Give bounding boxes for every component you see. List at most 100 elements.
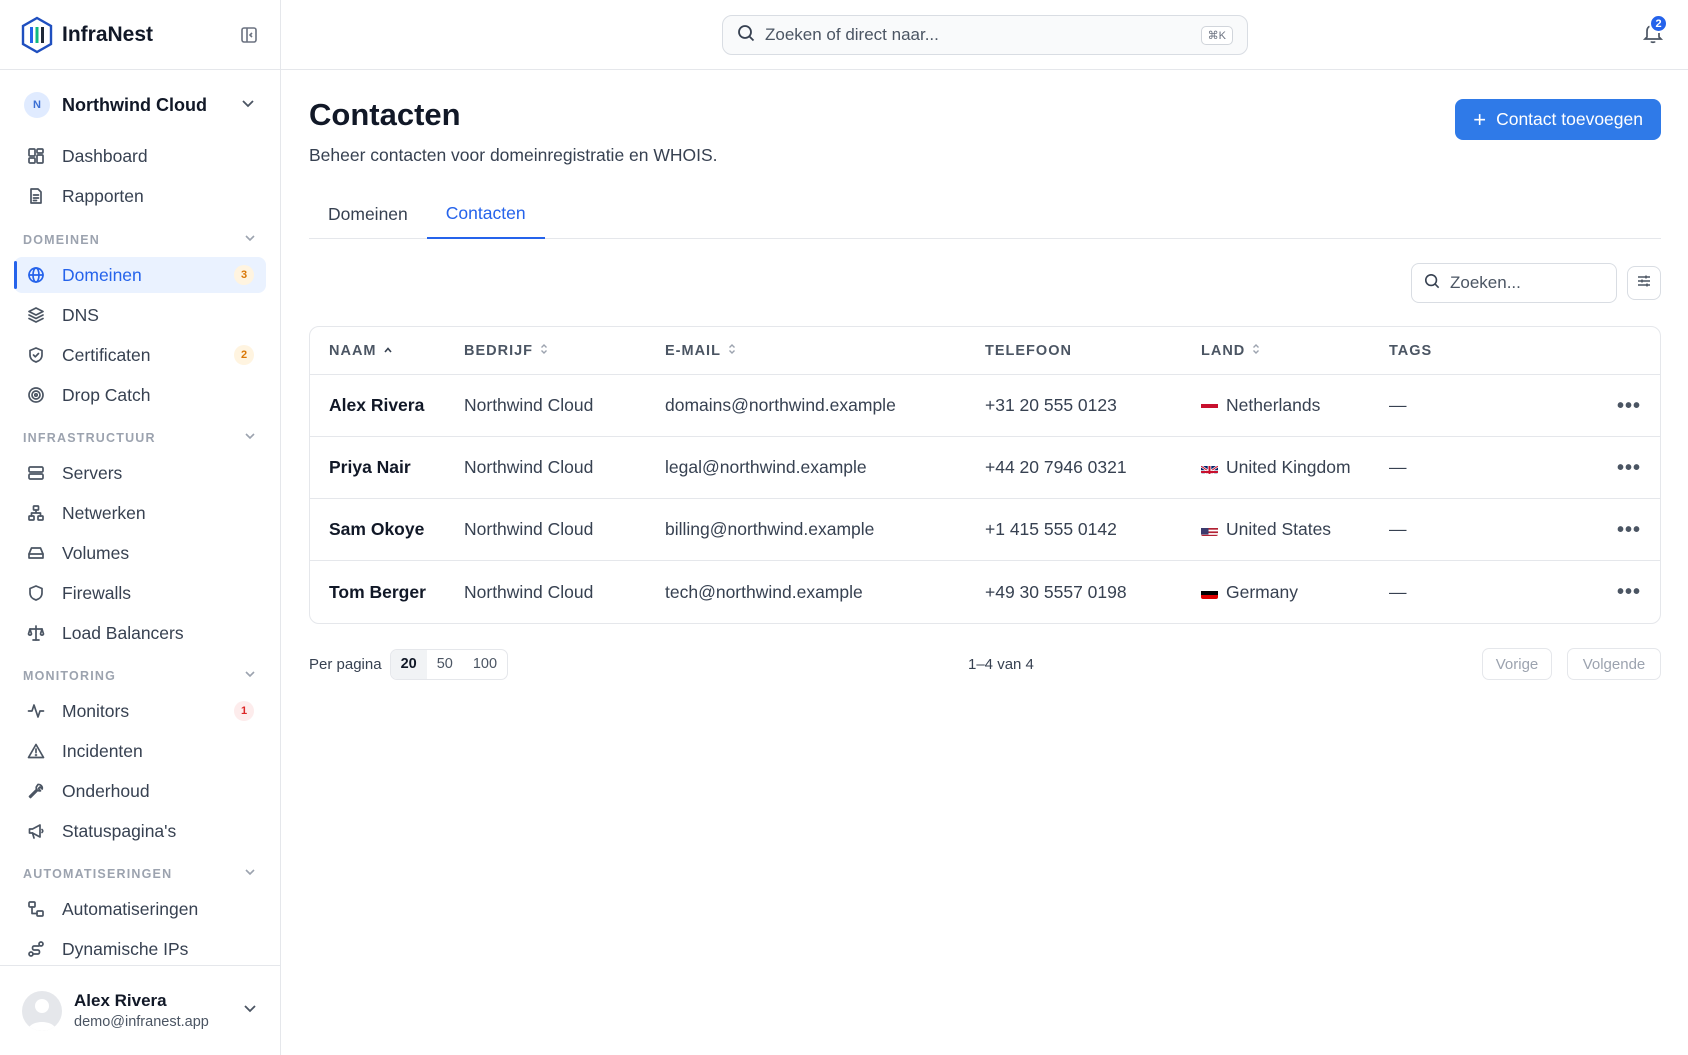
sidebar-item-label: Incidenten <box>62 740 143 761</box>
sidebar-item-volumes[interactable]: Volumes <box>14 535 266 571</box>
flag-de-icon <box>1201 587 1218 599</box>
sidebar-item-load-balancers[interactable]: Load Balancers <box>14 615 266 651</box>
column-header-land[interactable]: LAND <box>1201 343 1389 359</box>
table-body: Alex Rivera Northwind Cloud domains@northw… <box>310 375 1660 623</box>
flag-us-icon <box>1201 524 1218 536</box>
per-page-option-20[interactable]: 20 <box>390 649 427 679</box>
user-menu[interactable]: Alex Rivera demo@infranest.app <box>0 965 280 1055</box>
sidebar-item-label: Onderhoud <box>62 780 150 801</box>
table-search-input[interactable]: Zoeken... <box>1411 263 1617 303</box>
table-row[interactable]: Alex Rivera Northwind Cloud domains@northw… <box>310 375 1660 437</box>
sliders-icon <box>1636 273 1652 294</box>
sidebar-section-domeinen[interactable]: DOMEINEN <box>23 231 257 248</box>
sidebar-item-label: Domeinen <box>62 264 142 285</box>
contact-email: legal@northwind.example <box>665 457 867 477</box>
sidebar-item-firewalls[interactable]: Firewalls <box>14 575 266 611</box>
chevron-down-icon <box>243 429 257 446</box>
top-bar: Zoeken of direct naar... ⌘K 2 <box>281 0 1688 70</box>
add-contact-button[interactable]: + Contact toevoegen <box>1455 99 1661 140</box>
sort-icon <box>727 343 737 359</box>
more-options-icon[interactable]: ••• <box>1617 520 1641 540</box>
sidebar-item-servers[interactable]: Servers <box>14 455 266 491</box>
sidebar-section-monitoring[interactable]: MONITORING <box>23 667 257 684</box>
column-settings-button[interactable] <box>1627 266 1661 300</box>
count-badge: 2 <box>234 345 254 365</box>
column-header-bedrijf[interactable]: BEDRIJF <box>464 343 665 359</box>
pagination-range: 1–4 van 4 <box>968 655 1034 673</box>
chevron-down-icon <box>243 667 257 684</box>
chevron-down-icon <box>242 1000 258 1021</box>
brand-header: InfraNest <box>0 0 280 70</box>
sidebar-item-drop-catch[interactable]: Drop Catch <box>14 377 266 413</box>
per-page-option-100[interactable]: 100 <box>463 650 507 679</box>
tab-domeinen[interactable]: Domeinen <box>309 189 427 239</box>
per-page-label: Per pagina <box>309 655 382 673</box>
contact-email: billing@northwind.example <box>665 519 875 539</box>
count-badge: 1 <box>234 701 254 721</box>
chevron-down-icon <box>243 231 257 248</box>
contact-name: Tom Berger <box>329 581 426 602</box>
column-header-email[interactable]: E-MAIL <box>665 343 985 359</box>
user-email: demo@infranest.app <box>74 1014 209 1030</box>
column-header-naam[interactable]: NAAM <box>310 343 464 359</box>
contact-company: Northwind Cloud <box>464 581 594 602</box>
tab-contacten[interactable]: Contacten <box>426 189 545 239</box>
sidebar-item-dns[interactable]: DNS <box>14 297 266 333</box>
contact-tags: — <box>1389 395 1407 415</box>
table-search-placeholder: Zoeken... <box>1450 273 1521 292</box>
sidebar-item-statuspagina-s[interactable]: Statuspagina's <box>14 813 266 849</box>
search-icon <box>1424 273 1440 294</box>
sidebar-item-dashboard[interactable]: Dashboard <box>14 138 266 174</box>
sidebar-item-onderhoud[interactable]: Onderhoud <box>14 773 266 809</box>
contact-phone: +31 20 555 0123 <box>985 395 1117 415</box>
contact-country: Netherlands <box>1201 395 1389 416</box>
sidebar-item-incidenten[interactable]: Incidenten <box>14 733 266 769</box>
section-title: AUTOMATISERINGEN <box>23 866 173 881</box>
sidebar-section-automatiseringen[interactable]: AUTOMATISERINGEN <box>23 865 257 882</box>
activity-icon <box>26 701 46 721</box>
sidebar-item-certificaten[interactable]: Certificaten 2 <box>14 337 266 373</box>
global-search-input[interactable]: Zoeken of direct naar... ⌘K <box>722 15 1248 55</box>
table-row[interactable]: Sam Okoye Northwind Cloud billing@northwin… <box>310 499 1660 561</box>
more-options-icon[interactable]: ••• <box>1617 458 1641 478</box>
sidebar-item-dynamische-ips[interactable]: Dynamische IPs <box>14 931 266 967</box>
sidebar-item-label: Certificaten <box>62 344 151 365</box>
sidebar-item-label: Volumes <box>62 542 130 563</box>
more-options-icon[interactable]: ••• <box>1617 582 1641 602</box>
report-icon <box>26 186 46 206</box>
sidebar-item-label: Rapporten <box>62 185 144 206</box>
next-page-button[interactable]: Volgende <box>1567 648 1661 680</box>
infranest-logo-icon[interactable] <box>20 15 54 55</box>
contact-phone: +44 20 7946 0321 <box>985 457 1127 477</box>
layers-icon <box>26 305 46 325</box>
org-name: Northwind Cloud <box>62 94 207 115</box>
sidebar-item-automatiseringen[interactable]: Automatiseringen <box>14 891 266 927</box>
route-icon <box>26 939 46 959</box>
contact-tags: — <box>1389 519 1407 539</box>
sidebar-collapse-icon[interactable] <box>238 24 260 46</box>
contact-company: Northwind Cloud <box>464 519 594 539</box>
sidebar-item-label: Automatiseringen <box>62 898 199 919</box>
wrench-icon <box>26 781 46 801</box>
previous-page-button[interactable]: Vorige <box>1482 648 1552 680</box>
sidebar-item-netwerken[interactable]: Netwerken <box>14 495 266 531</box>
more-options-icon[interactable]: ••• <box>1617 396 1641 416</box>
shield-icon <box>26 583 46 603</box>
per-page-option-50[interactable]: 50 <box>427 650 463 679</box>
sidebar-item-domeinen[interactable]: Domeinen 3 <box>14 257 266 293</box>
chevron-down-icon <box>240 95 256 116</box>
table-row[interactable]: Priya Nair Northwind Cloud legal@northwind… <box>310 437 1660 499</box>
org-switcher[interactable]: N Northwind Cloud <box>0 70 280 140</box>
sidebar-item-monitors[interactable]: Monitors 1 <box>14 693 266 729</box>
page-subtitle: Beheer contacten voor domeinregistratie … <box>309 145 718 165</box>
sidebar-item-label: Dynamische IPs <box>62 938 189 959</box>
network-icon <box>26 503 46 523</box>
shortcut-hint: ⌘K <box>1200 25 1233 45</box>
column-header-telefoon: TELEFOON <box>985 342 1072 359</box>
sidebar-item-rapporten[interactable]: Rapporten <box>14 178 266 214</box>
contact-name: Sam Okoye <box>329 519 425 539</box>
sidebar-section-infrastructuur[interactable]: INFRASTRUCTUUR <box>23 429 257 446</box>
flag-nl-icon <box>1201 400 1218 412</box>
dashboard-icon <box>26 146 46 166</box>
table-row[interactable]: Tom Berger Northwind Cloud tech@northwind.… <box>310 561 1660 623</box>
